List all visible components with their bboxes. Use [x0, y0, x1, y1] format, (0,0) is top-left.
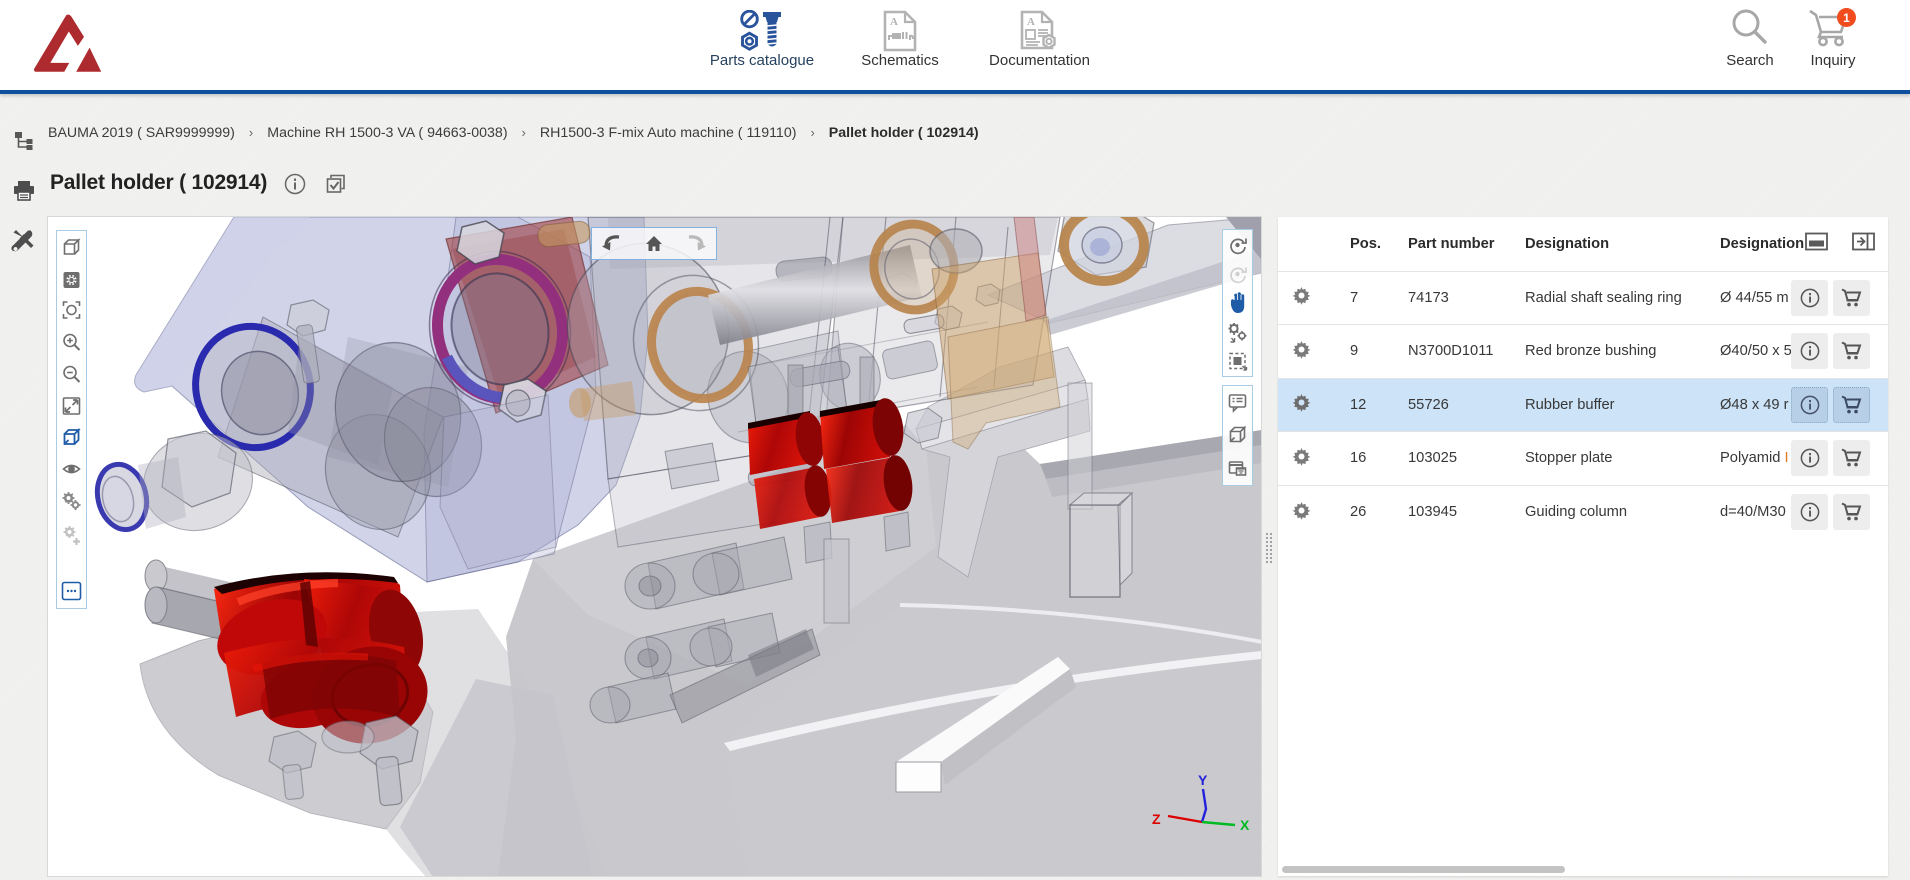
- svg-text:1: 1: [1843, 11, 1850, 25]
- svg-text:Z: Z: [1152, 811, 1161, 827]
- svg-text:A: A: [890, 16, 898, 28]
- svg-text:A: A: [1027, 16, 1035, 28]
- svg-text:X: X: [1240, 817, 1250, 833]
- svg-text:Y: Y: [1198, 772, 1208, 788]
